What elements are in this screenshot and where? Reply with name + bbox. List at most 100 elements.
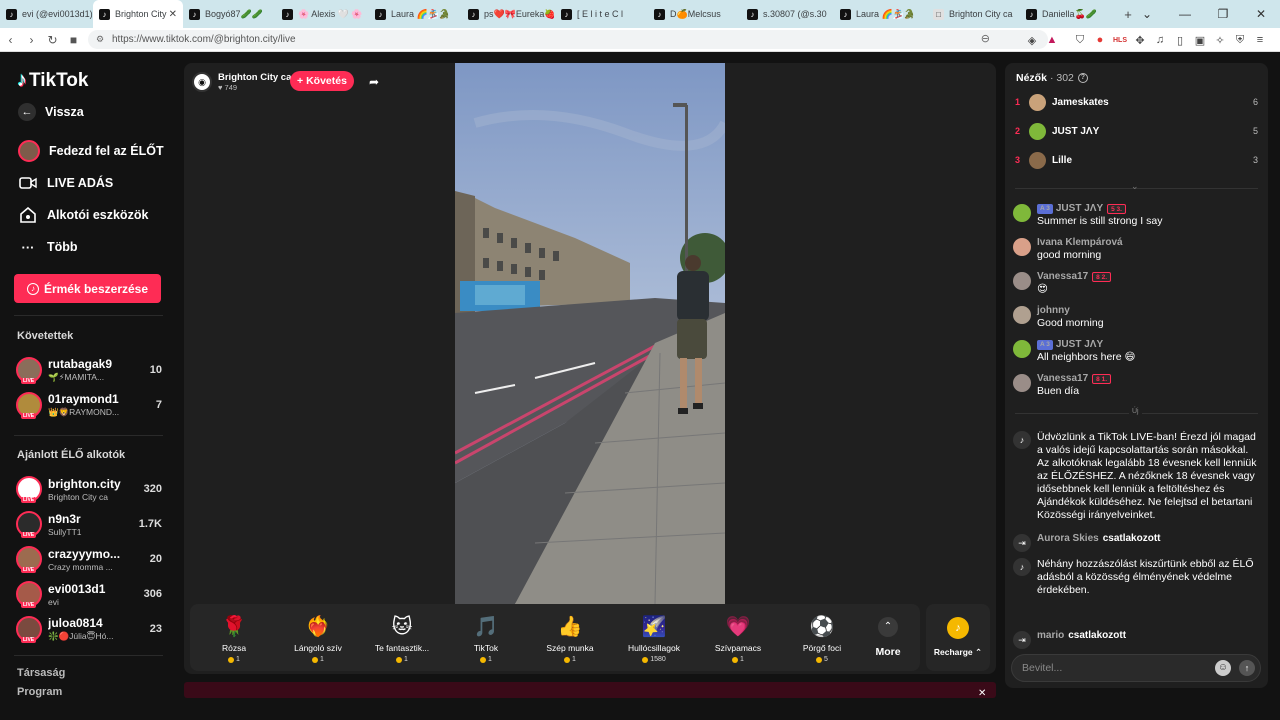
chevron-down-icon[interactable]: ⌄ — [1131, 181, 1139, 192]
browser-tab[interactable]: ♪ Laura 🌈🏂🐊 — [834, 0, 927, 28]
top-viewer-row[interactable]: 3 Lille 3 — [1015, 150, 1258, 170]
chevron-up-icon: ⌃ — [878, 617, 898, 637]
tiktok-favicon-icon: ♪ — [6, 8, 17, 20]
browser-tab[interactable]: ♪ D🍊Melcsus — [648, 0, 741, 28]
top-viewer-row[interactable]: 2 JUST JΛY 5 — [1015, 121, 1258, 141]
sidebar-toggle-icon[interactable]: ▯ — [1170, 34, 1190, 47]
avatar — [1029, 93, 1046, 111]
send-icon[interactable]: ↑ — [1239, 660, 1255, 676]
browser-tab[interactable]: □ Brighton City ca — [927, 0, 1020, 28]
hls-extension-icon[interactable]: HLS — [1110, 37, 1130, 44]
shield-extension-icon[interactable]: ⛉ — [1070, 34, 1090, 47]
heart-on-fire-icon: ❤️‍🔥 — [305, 615, 331, 638]
back-link[interactable]: ← Vissza — [18, 103, 84, 121]
menu-icon[interactable]: ≡ — [1250, 34, 1270, 46]
recommended-account[interactable]: LIVE juloa0814 ❇️🔴Júlia😇Hó... 23 — [16, 614, 162, 644]
gift-item[interactable]: 🎵 TikTok 1 — [444, 604, 528, 671]
cat-icon: 🐱 — [391, 615, 413, 638]
browser-tab-active[interactable]: ♪ Brighton City ✕ — [93, 0, 183, 28]
zoom-icon[interactable]: ⊖ — [981, 30, 990, 49]
restore-icon[interactable]: ❐ — [1204, 7, 1242, 21]
avatar: LIVE — [16, 616, 42, 643]
browser-tab[interactable]: ♪ evi (@evi0013d1) — [0, 0, 93, 28]
brave-shield-icon[interactable]: ◈ — [1022, 34, 1042, 47]
nav-live-broadcast[interactable]: LIVE ADÁS — [18, 173, 113, 193]
chat-message[interactable]: Vanessa17 8 2. 😍 — [1013, 271, 1258, 296]
gift-item[interactable]: ⚽ Pörgő foci 5 — [780, 604, 864, 671]
music-icon[interactable]: ♫ — [1150, 34, 1170, 46]
footer-link-program[interactable]: Program — [17, 686, 62, 698]
wallet-icon[interactable]: ▣ — [1190, 34, 1210, 47]
browser-tab[interactable]: ♪ ps❤️🎀Eureka🍓 — [462, 0, 555, 28]
site-settings-icon[interactable]: ⚙ — [96, 30, 104, 49]
live-video[interactable] — [455, 63, 725, 604]
fan-badge: 8 2. — [1092, 271, 1112, 282]
share-icon[interactable]: ➦ — [364, 72, 384, 92]
more-gifts-button[interactable]: ⌃ More — [868, 617, 908, 658]
recommended-account[interactable]: LIVE n9n3r SullyTT1 1.7K — [16, 509, 162, 539]
browser-tab[interactable]: ♪ s.30807 (@s.30 — [741, 0, 834, 28]
tab-close-icon[interactable]: ✕ — [169, 9, 177, 20]
chevron-up-icon: ⌃ — [975, 647, 983, 657]
recharge-button[interactable]: ♪ Recharge ⌃ — [926, 604, 990, 671]
following-account[interactable]: LIVE 01raymond1 👑🦁RAYMOND... 7 — [16, 390, 162, 420]
nav-creator-tools[interactable]: Alkotói eszközök — [18, 205, 148, 225]
recommended-account[interactable]: LIVE brighton.city Brighton City ca 320 — [16, 474, 162, 504]
get-coins-button[interactable]: ♪ Érmék beszerzése — [14, 274, 161, 303]
enter-icon: ⇥ — [1013, 631, 1031, 649]
gift-item[interactable]: 🌠 Hullócsillagok 1580 — [612, 604, 696, 671]
browser-tab[interactable]: ♪ Daniella🍒🥒 — [1020, 0, 1113, 28]
warning-triangle-icon[interactable]: ▲ — [1042, 34, 1062, 46]
streamer-info[interactable]: ◉ Brighton City ca ♥ 749 — [192, 70, 291, 94]
chat-message[interactable]: johnny Good morning — [1013, 305, 1258, 330]
chat-message[interactable]: Ivana Klempárová good morning — [1013, 237, 1258, 262]
window-controls: ⌄ — ❐ ✕ — [1128, 0, 1280, 28]
browser-tab[interactable]: ♪ 🌸 Alexis 🤍 🌸 — [276, 0, 369, 28]
puzzle-icon[interactable]: ✥ — [1130, 34, 1150, 47]
chevron-down-icon[interactable]: ⌄ — [1128, 7, 1166, 21]
minimize-icon[interactable]: — — [1166, 7, 1204, 21]
gift-item[interactable]: 👍 Szép munka 1 — [528, 604, 612, 671]
footer-link-company[interactable]: Társaság — [17, 667, 65, 679]
nav-more[interactable]: ··· Több — [18, 237, 78, 257]
info-icon[interactable]: ? — [1077, 73, 1088, 83]
arrow-left-icon: ← — [18, 103, 36, 121]
vpn-icon[interactable]: ⛨ — [1230, 34, 1250, 47]
avatar — [1013, 306, 1031, 324]
browser-tab[interactable]: ♪ Laura 🌈🏂🐊 — [369, 0, 462, 28]
gift-bar: 🌹 Rózsa 1 ❤️‍🔥 Lángoló szív 1 🐱 Te fantasztik… — [190, 604, 920, 671]
level-badge: A 3 — [1037, 203, 1053, 214]
url-field[interactable]: ⚙ https://www.tiktok.com/@brighton.city/… — [88, 30, 1048, 49]
nav-explore-live[interactable]: Fedezd fel az ÉLŐT — [18, 140, 164, 162]
tiktok-logo[interactable]: ♪ TikTok — [17, 69, 88, 92]
forward-arrow-icon[interactable]: › — [21, 33, 42, 47]
viewers-header[interactable]: Nézők · 302 ? — [1016, 72, 1088, 84]
back-arrow-icon[interactable]: ‹ — [0, 33, 21, 47]
chat-message[interactable]: Vanessa17 8 1. Buen día — [1013, 373, 1258, 398]
following-account[interactable]: LIVE rutabagak9 🌱⚡MAMITA... 10 — [16, 355, 162, 385]
recommended-account[interactable]: LIVE evi0013d1 evi 306 — [16, 579, 162, 609]
color-extension-icon[interactable]: ● — [1090, 34, 1110, 46]
join-notice: ⇥ Aurora Skies csatlakozott — [1013, 533, 1258, 552]
gift-item[interactable]: 💗 Szívpamacs 1 — [696, 604, 780, 671]
avatar: LIVE — [16, 357, 42, 384]
browser-tab[interactable]: ♪ Bogyó87🥒🥒 — [183, 0, 276, 28]
top-viewer-row[interactable]: 1 Jameskates 6 — [1015, 92, 1258, 112]
emoji-icon[interactable]: ☺ — [1215, 660, 1231, 676]
browser-tab[interactable]: ♪[ E l i t e C l — [555, 0, 648, 28]
chat-message[interactable]: A 3 JUST JΛY 5 3. Summer is still strong I… — [1013, 203, 1258, 228]
reload-icon[interactable]: ↻ — [42, 33, 63, 47]
follow-button[interactable]: + Követés — [290, 71, 354, 91]
ai-sparkle-icon[interactable]: ✧ — [1210, 34, 1230, 47]
gift-item[interactable]: 🐱 Te fantasztik... 1 — [360, 604, 444, 671]
gift-item[interactable]: 🌹 Rózsa 1 — [192, 604, 276, 671]
gift-item[interactable]: ❤️‍🔥 Lángoló szív 1 — [276, 604, 360, 671]
new-messages-label: Új — [1129, 408, 1142, 415]
close-window-icon[interactable]: ✕ — [1242, 7, 1280, 21]
bookmark-icon[interactable]: ■ — [63, 33, 84, 47]
avatar: LIVE — [16, 546, 42, 573]
chat-message[interactable]: A 3 JUST JΛY All neighbors here 😄 — [1013, 339, 1258, 364]
avatar — [1029, 151, 1046, 169]
recommended-account[interactable]: LIVE crazyyymo... Crazy momma ... 20 — [16, 544, 162, 574]
close-icon[interactable]: ✕ — [978, 688, 986, 699]
